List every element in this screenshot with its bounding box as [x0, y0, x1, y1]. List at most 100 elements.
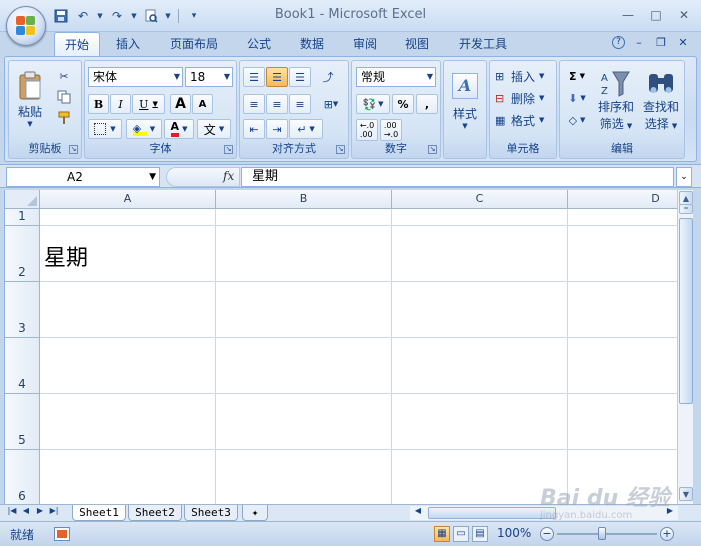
- normal-view-icon[interactable]: ▦: [434, 526, 450, 542]
- tab-developer[interactable]: 开发工具: [449, 32, 517, 56]
- copy-icon[interactable]: [53, 88, 75, 106]
- align-center-icon[interactable]: ≡: [266, 94, 288, 114]
- row-header-6[interactable]: 6: [5, 450, 40, 504]
- align-left-icon[interactable]: ≡: [243, 94, 265, 114]
- italic-button[interactable]: I: [110, 94, 131, 114]
- autosum-button[interactable]: Σ ▼: [563, 66, 591, 86]
- wrap-text-icon[interactable]: ↵ ▼: [289, 119, 323, 139]
- phonetic-guide-button[interactable]: 文 ▼: [197, 119, 231, 139]
- row-header-2[interactable]: 2: [5, 226, 40, 282]
- row-header-5[interactable]: 5: [5, 394, 40, 450]
- styles-button[interactable]: A 样式 ▼: [447, 65, 483, 137]
- tab-page-layout[interactable]: 页面布局: [160, 32, 228, 56]
- vertical-scroll-thumb[interactable]: [679, 218, 693, 404]
- select-all-button[interactable]: [5, 190, 40, 209]
- insert-cells-button[interactable]: ⊞ 插入 ▼: [494, 66, 554, 86]
- format-cells-button[interactable]: ▦ 格式 ▼: [494, 110, 554, 130]
- orientation-icon[interactable]: ⤴: [317, 67, 339, 87]
- font-name-select[interactable]: 宋体 ▼: [88, 67, 183, 87]
- vertical-scrollbar[interactable]: ▲ ═ ▼: [677, 190, 693, 504]
- phonetic-guide-icon: 文: [203, 122, 216, 137]
- column-header-a[interactable]: A: [40, 190, 216, 209]
- accounting-format-button[interactable]: 💱 ▼: [356, 94, 390, 114]
- decrease-indent-icon[interactable]: ⇤: [243, 119, 265, 139]
- align-middle-icon[interactable]: ☰: [266, 67, 288, 87]
- next-sheet-icon[interactable]: ▶: [34, 506, 46, 515]
- tab-insert[interactable]: 插入: [106, 32, 150, 56]
- split-handle-icon[interactable]: ═: [679, 204, 693, 214]
- merge-center-icon[interactable]: ⊞ ▼: [317, 94, 345, 114]
- fill-button[interactable]: ⬇ ▼: [563, 88, 591, 108]
- first-sheet-icon[interactable]: |◀: [6, 506, 18, 515]
- close-workbook-icon[interactable]: ✕: [675, 36, 691, 49]
- expand-formula-bar-icon[interactable]: ⌄: [676, 167, 692, 187]
- sheet-tab-sheet2[interactable]: Sheet2: [128, 505, 182, 521]
- sheet-tab-sheet3[interactable]: Sheet3: [184, 505, 238, 521]
- maximize-icon[interactable]: □: [642, 4, 670, 26]
- format-painter-icon[interactable]: [53, 109, 75, 127]
- comma-button[interactable]: ,: [416, 94, 438, 114]
- number-launcher-icon[interactable]: ↘: [428, 145, 437, 154]
- font-color-button[interactable]: A ▼: [164, 119, 194, 139]
- name-box[interactable]: A2 ▼: [6, 167, 160, 187]
- row-header-3[interactable]: 3: [5, 282, 40, 338]
- insert-sheet-icon[interactable]: ✦: [242, 505, 268, 521]
- sheet-tab-sheet1[interactable]: Sheet1: [72, 505, 126, 521]
- cut-icon[interactable]: ✂: [53, 67, 75, 85]
- row-header-1[interactable]: 1: [5, 209, 40, 226]
- paste-button[interactable]: 粘贴 ▼: [13, 67, 47, 131]
- tab-data[interactable]: 数据: [290, 32, 334, 56]
- last-sheet-icon[interactable]: ▶|: [48, 506, 60, 515]
- borders-button[interactable]: ▼: [88, 119, 122, 139]
- macro-recording-icon[interactable]: [54, 527, 70, 541]
- page-layout-view-icon[interactable]: ▭: [453, 526, 469, 542]
- increase-indent-icon[interactable]: ⇥: [266, 119, 288, 139]
- zoom-slider[interactable]: [557, 533, 657, 535]
- chevron-down-icon[interactable]: ▼: [149, 168, 156, 186]
- column-header-d[interactable]: D: [568, 190, 677, 209]
- shrink-font-button[interactable]: A: [192, 94, 213, 114]
- clear-button[interactable]: ◇ ▼: [563, 110, 591, 130]
- sort-filter-button[interactable]: AZ 排序和 筛选 ▼: [596, 65, 636, 137]
- cell-a2[interactable]: 星期: [44, 240, 88, 272]
- decrease-decimal-icon[interactable]: .00 →.0: [380, 119, 402, 141]
- minimize-workbook-icon[interactable]: –: [631, 36, 647, 49]
- insert-function-icon[interactable]: fx: [223, 169, 234, 183]
- tab-review[interactable]: 审阅: [343, 32, 387, 56]
- font-size-select[interactable]: 18 ▼: [185, 67, 233, 87]
- number-format-select[interactable]: 常规 ▼: [356, 67, 436, 87]
- close-icon[interactable]: ✕: [670, 4, 698, 26]
- delete-cells-button[interactable]: ⊟ 删除 ▼: [494, 88, 554, 108]
- column-header-c[interactable]: C: [392, 190, 568, 209]
- alignment-launcher-icon[interactable]: ↘: [336, 145, 345, 154]
- font-launcher-icon[interactable]: ↘: [224, 145, 233, 154]
- scroll-up-icon[interactable]: ▲: [679, 191, 693, 205]
- zoom-level[interactable]: 100%: [497, 526, 531, 540]
- tab-formulas[interactable]: 公式: [237, 32, 281, 56]
- office-button[interactable]: [6, 6, 46, 46]
- minimize-icon[interactable]: —: [614, 4, 642, 26]
- column-header-b[interactable]: B: [216, 190, 392, 209]
- help-icon[interactable]: ?: [612, 36, 625, 49]
- page-break-preview-icon[interactable]: ▤: [472, 526, 488, 542]
- underline-button[interactable]: U ▼: [132, 94, 165, 114]
- clipboard-launcher-icon[interactable]: ↘: [69, 145, 78, 154]
- tab-home[interactable]: 开始: [54, 32, 101, 56]
- formula-input[interactable]: 星期: [241, 167, 674, 187]
- bold-button[interactable]: B: [88, 94, 109, 114]
- worksheet-grid[interactable]: A B C D 1 2 3 4 5 6 星期: [4, 190, 677, 504]
- tab-view[interactable]: 视图: [395, 32, 439, 56]
- scroll-left-icon[interactable]: ◀: [412, 506, 424, 515]
- previous-sheet-icon[interactable]: ◀: [20, 506, 32, 515]
- align-bottom-icon[interactable]: ☰: [289, 67, 311, 87]
- grow-font-button[interactable]: A: [170, 94, 191, 114]
- increase-decimal-icon[interactable]: ←.0.00: [356, 119, 378, 141]
- find-select-button[interactable]: 查找和 选择 ▼: [640, 65, 682, 137]
- row-header-4[interactable]: 4: [5, 338, 40, 394]
- restore-workbook-icon[interactable]: ❐: [653, 36, 669, 49]
- percent-button[interactable]: %: [392, 94, 414, 114]
- align-right-icon[interactable]: ≡: [289, 94, 311, 114]
- align-top-icon[interactable]: ☰: [243, 67, 265, 87]
- fill-color-button[interactable]: ◈ ▼: [126, 119, 162, 139]
- scroll-down-icon[interactable]: ▼: [679, 487, 693, 501]
